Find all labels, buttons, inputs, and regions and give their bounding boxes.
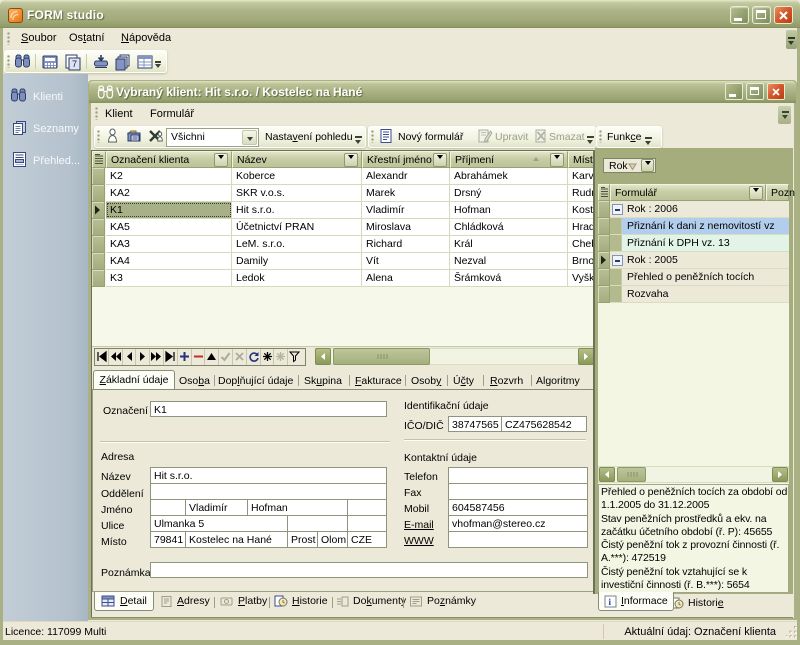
svg-text:7: 7 <box>72 59 77 69</box>
